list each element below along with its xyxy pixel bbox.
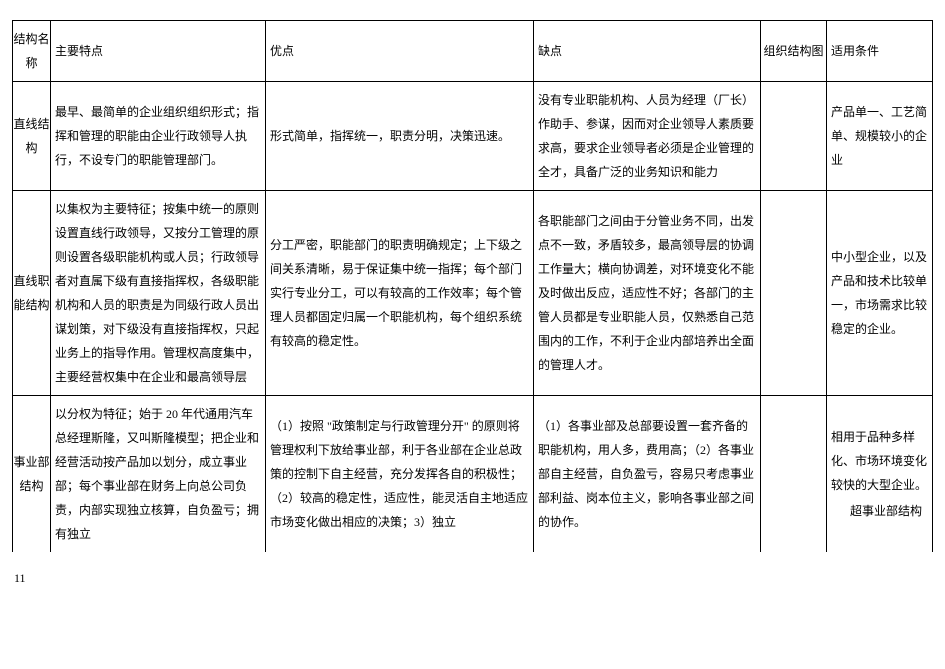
col-header-advantages: 优点 bbox=[266, 21, 534, 82]
col-header-diagram: 组织结构图 bbox=[761, 21, 827, 82]
row3-disadvantages: （1）各事业部及总部要设置一套齐备的职能机构，用人多，费用高；（2）各事业部自主… bbox=[534, 396, 761, 553]
table-row: 直线职能结构 以集权为主要特征；按集中统一的原则设置直线行政领导，又按分工管理的… bbox=[13, 191, 933, 396]
table-header-row: 结构名称 主要特点 优点 缺点 组织结构图 适用条件 bbox=[13, 21, 933, 82]
col-header-disadvantages: 缺点 bbox=[534, 21, 761, 82]
row1-name: 直线结构 bbox=[13, 82, 51, 191]
row3-conditions-text: 相用于品种多样化、市场环境变化较快的大型企业。 bbox=[831, 430, 927, 492]
row3-conditions: 相用于品种多样化、市场环境变化较快的大型企业。 超事业部结构 bbox=[827, 396, 933, 553]
row2-features: 以集权为主要特征；按集中统一的原则设置直线行政领导，又按分工管理的原则设置各级职… bbox=[51, 191, 266, 396]
col-header-name: 结构名称 bbox=[13, 21, 51, 82]
table-row: 事业部结构 以分权为特征；始于 20 年代通用汽车总经理斯隆，又叫斯隆模型；把企… bbox=[13, 396, 933, 553]
row1-features: 最早、最简单的企业组织组织形式；指挥和管理的职能由企业行政领导人执行，不设专门的… bbox=[51, 82, 266, 191]
row2-disadvantages: 各职能部门之间由于分管业务不同，出发点不一致，矛盾较多，最高领导层的协调工作量大… bbox=[534, 191, 761, 396]
row1-disadvantages: 没有专业职能机构、人员为经理（厂长）作助手、参谋，因而对企业领导人素质要求高，要… bbox=[534, 82, 761, 191]
row3-diagram bbox=[761, 396, 827, 553]
row2-diagram bbox=[761, 191, 827, 396]
row3-advantages: （1）按照 "政策制定与行政管理分开" 的原则将管理权利下放给事业部，利于各业部… bbox=[266, 396, 534, 553]
row3-conditions-note: 超事业部结构 bbox=[831, 497, 928, 523]
row1-conditions: 产品单一、工艺简单、规模较小的企业 bbox=[827, 82, 933, 191]
page-number: 11 bbox=[12, 566, 935, 590]
row2-name: 直线职能结构 bbox=[13, 191, 51, 396]
col-header-conditions: 适用条件 bbox=[827, 21, 933, 82]
row3-name: 事业部结构 bbox=[13, 396, 51, 553]
row2-conditions: 中小型企业，以及产品和技术比较单一，市场需求比较稳定的企业。 bbox=[827, 191, 933, 396]
table-row: 直线结构 最早、最简单的企业组织组织形式；指挥和管理的职能由企业行政领导人执行，… bbox=[13, 82, 933, 191]
org-structure-table: 结构名称 主要特点 优点 缺点 组织结构图 适用条件 直线结构 最早、最简单的企… bbox=[12, 20, 933, 552]
row3-features: 以分权为特征；始于 20 年代通用汽车总经理斯隆，又叫斯隆模型；把企业和经营活动… bbox=[51, 396, 266, 553]
row1-advantages: 形式简单，指挥统一，职责分明，决策迅速。 bbox=[266, 82, 534, 191]
col-header-features: 主要特点 bbox=[51, 21, 266, 82]
row1-diagram bbox=[761, 82, 827, 191]
row2-advantages: 分工严密，职能部门的职责明确规定；上下级之间关系清晰，易于保证集中统一指挥；每个… bbox=[266, 191, 534, 396]
